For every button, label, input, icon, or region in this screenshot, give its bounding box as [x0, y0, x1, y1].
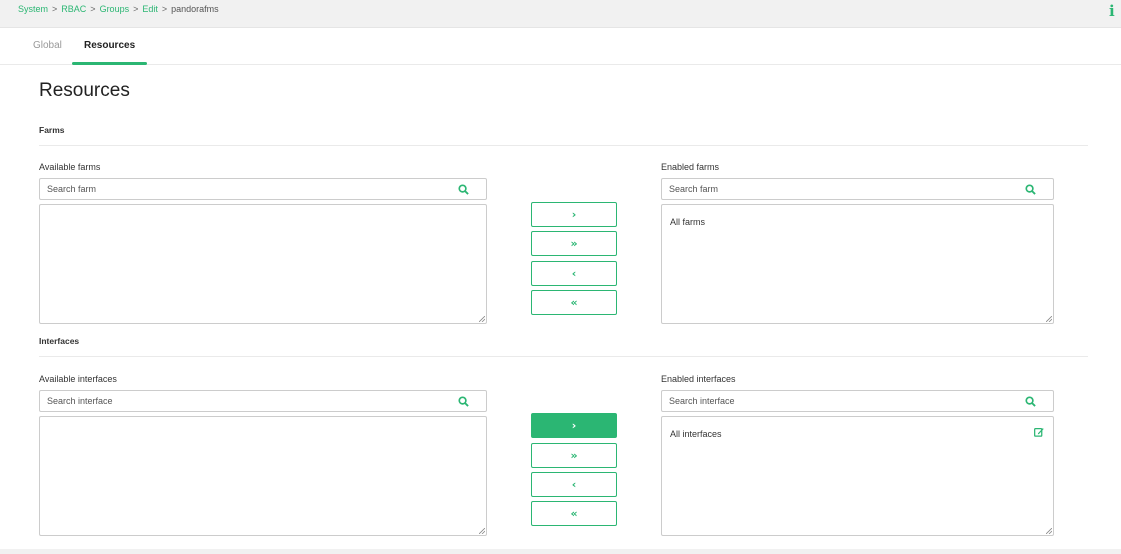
interfaces-section-label: Interfaces	[39, 336, 80, 346]
available-farms-label: Available farms	[39, 162, 101, 172]
farms-divider	[39, 145, 1088, 146]
add-selected-interface-button[interactable]: ›	[531, 413, 617, 438]
enabled-interfaces-label: Enabled interfaces	[661, 374, 736, 384]
breadcrumb-separator: >	[133, 4, 139, 14]
enabled-farms-list[interactable]: All farms	[661, 204, 1054, 324]
remove-all-farms-button[interactable]: «	[531, 290, 617, 315]
remove-selected-interface-button[interactable]: ‹	[531, 472, 617, 497]
list-item[interactable]: All farms	[670, 217, 705, 227]
enabled-farms-search-input[interactable]	[662, 179, 1053, 199]
info-icon[interactable]: i	[1109, 3, 1117, 19]
active-tab-indicator	[72, 62, 147, 65]
available-interfaces-search	[39, 390, 487, 412]
search-icon[interactable]	[1025, 396, 1036, 407]
available-interfaces-label: Available interfaces	[39, 374, 117, 384]
add-selected-farm-button[interactable]: ›	[531, 202, 617, 227]
breadcrumb-system[interactable]: System	[18, 4, 48, 14]
add-all-interfaces-button[interactable]: »	[531, 443, 617, 468]
search-icon[interactable]	[458, 396, 469, 407]
available-interfaces-list[interactable]	[39, 416, 487, 536]
enabled-interfaces-search	[661, 390, 1054, 412]
list-item[interactable]: All interfaces	[670, 429, 722, 439]
breadcrumb-separator: >	[90, 4, 96, 14]
breadcrumb-groups[interactable]: Groups	[100, 4, 130, 14]
available-farms-list[interactable]	[39, 204, 487, 324]
enabled-interfaces-search-input[interactable]	[662, 391, 1053, 411]
tab-global[interactable]: Global	[33, 40, 62, 51]
resize-handle-icon[interactable]	[479, 316, 485, 322]
main-panel: Global Resources Resources Farms Availab…	[0, 27, 1121, 549]
tab-bar: Global Resources	[0, 28, 1121, 65]
available-farms-search	[39, 178, 487, 200]
edit-icon[interactable]	[1034, 427, 1044, 437]
breadcrumb-edit[interactable]: Edit	[142, 4, 158, 14]
tab-resources[interactable]: Resources	[84, 40, 135, 51]
breadcrumb-separator: >	[52, 4, 58, 14]
available-interfaces-search-input[interactable]	[40, 391, 486, 411]
enabled-farms-search	[661, 178, 1054, 200]
add-all-farms-button[interactable]: »	[531, 231, 617, 256]
search-icon[interactable]	[458, 184, 469, 195]
enabled-interfaces-list[interactable]: All interfaces	[661, 416, 1054, 536]
resize-handle-icon[interactable]	[1046, 316, 1052, 322]
resize-handle-icon[interactable]	[1046, 528, 1052, 534]
breadcrumb-rbac[interactable]: RBAC	[61, 4, 86, 14]
search-icon[interactable]	[1025, 184, 1036, 195]
available-farms-search-input[interactable]	[40, 179, 486, 199]
farms-section-label: Farms	[39, 125, 65, 135]
enabled-farms-label: Enabled farms	[661, 162, 720, 172]
interfaces-divider	[39, 356, 1088, 357]
remove-all-interfaces-button[interactable]: «	[531, 501, 617, 526]
top-bar: System > RBAC > Groups > Edit > pandorafms i	[0, 0, 1121, 27]
breadcrumb-separator: >	[161, 4, 168, 14]
breadcrumb-current: pandorafms	[171, 4, 219, 14]
resize-handle-icon[interactable]	[479, 528, 485, 534]
breadcrumb: System > RBAC > Groups > Edit > pandorafms	[18, 4, 219, 14]
remove-selected-farm-button[interactable]: ‹	[531, 261, 617, 286]
page-title: Resources	[39, 80, 130, 101]
